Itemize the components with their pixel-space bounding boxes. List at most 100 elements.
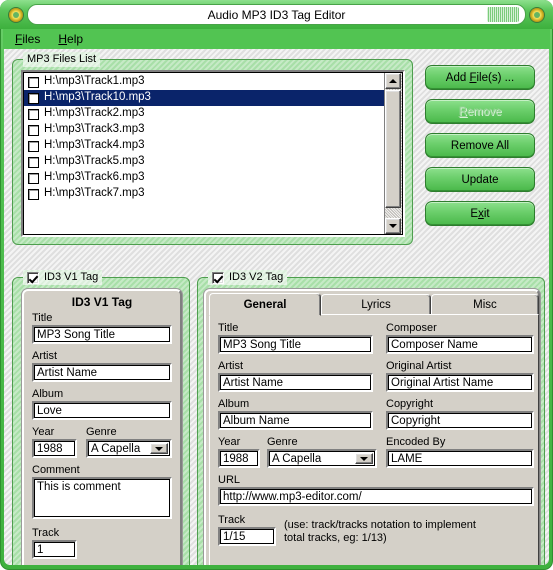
- v1-comment-input[interactable]: This is comment: [32, 477, 172, 519]
- v2-composer-input[interactable]: Composer Name: [386, 335, 534, 354]
- id3v2-enable-checkbox[interactable]: [212, 271, 224, 284]
- v2-year-label: Year: [218, 436, 241, 448]
- mp3-files-list-legend: MP3 Files List: [23, 52, 101, 67]
- v2-genre-label: Genre: [267, 436, 298, 448]
- v2-genre-value: A Capella: [272, 452, 322, 465]
- table-row[interactable]: H:\mp3\Track2.mp3: [24, 106, 385, 122]
- file-path: H:\mp3\Track6.mp3: [44, 171, 145, 184]
- scrollbar-thumb[interactable]: [385, 90, 401, 208]
- update-button-label: Update: [461, 173, 499, 186]
- menu-item-files[interactable]: Files: [15, 33, 40, 45]
- v2-encoded-by-label: Encoded By: [386, 436, 446, 448]
- table-row[interactable]: H:\mp3\Track3.mp3: [24, 122, 385, 138]
- v1-comment-label: Comment: [32, 464, 80, 476]
- scroll-up-icon[interactable]: [385, 73, 401, 89]
- v2-original-artist-label: Original Artist: [386, 360, 452, 372]
- file-checkbox[interactable]: [28, 172, 39, 184]
- client-area: MP3 Files List H:\mp3\Track1.mp3 H:\mp3\…: [4, 49, 549, 565]
- remove-all-button[interactable]: Remove All: [425, 133, 535, 158]
- menu-item-help-rest: elp: [67, 32, 84, 46]
- chevron-down-icon[interactable]: [355, 453, 373, 464]
- listbox-scrollbar[interactable]: [384, 73, 402, 234]
- exit-button[interactable]: Exit: [425, 201, 535, 226]
- tab-misc[interactable]: Misc: [431, 294, 539, 315]
- v1-album-label: Album: [32, 388, 64, 400]
- v2-album-input[interactable]: Album Name: [218, 411, 373, 430]
- v2-album-label: Album: [218, 398, 250, 410]
- tab-general[interactable]: General: [209, 293, 321, 316]
- v1-title-label: Title: [32, 312, 53, 324]
- v1-artist-input[interactable]: Artist Name: [32, 363, 172, 382]
- file-checkbox[interactable]: [28, 76, 39, 88]
- v2-copyright-input[interactable]: Copyright: [386, 411, 534, 430]
- menu-bar: Files Help: [3, 29, 550, 49]
- id3v2-legend: ID3 V2 Tag: [208, 270, 288, 285]
- title-plate: Audio MP3 ID3 Tag Editor: [27, 4, 526, 25]
- v2-original-artist-input[interactable]: Original Artist Name: [386, 373, 534, 392]
- file-checkbox[interactable]: [28, 92, 39, 104]
- remove-button-label: Remove: [458, 105, 502, 118]
- v1-genre-value: A Capella: [91, 442, 141, 455]
- id3v1-legend-label: ID3 V1 Tag: [44, 271, 99, 283]
- file-checkbox[interactable]: [28, 140, 39, 152]
- id3v2-legend-label: ID3 V2 Tag: [229, 271, 284, 283]
- v2-url-label: URL: [218, 474, 241, 486]
- v2-encoded-by-input[interactable]: LAME: [386, 449, 534, 468]
- file-checkbox[interactable]: [28, 124, 39, 136]
- table-row[interactable]: H:\mp3\Track7.mp3: [24, 186, 385, 202]
- scroll-down-icon[interactable]: [385, 218, 401, 234]
- id3v1-legend: ID3 V1 Tag: [23, 270, 103, 285]
- id3v2-general-page: Title MP3 Song Title Artist Artist Name …: [209, 314, 539, 565]
- file-path: H:\mp3\Track2.mp3: [44, 107, 145, 120]
- mp3-files-listbox-items: H:\mp3\Track1.mp3 H:\mp3\Track10.mp3 H:\…: [24, 73, 385, 234]
- file-checkbox[interactable]: [28, 156, 39, 168]
- file-path: H:\mp3\Track1.mp3: [44, 75, 145, 88]
- file-checkbox[interactable]: [28, 188, 39, 200]
- id3v1-enable-checkbox[interactable]: [27, 271, 39, 284]
- menu-item-files-rest: iles: [22, 32, 41, 46]
- v2-genre-select[interactable]: A Capella: [267, 449, 377, 468]
- id3v2-group: ID3 V2 Tag General Lyrics Misc Title MP3…: [197, 270, 545, 565]
- id3v1-group: ID3 V1 Tag ID3 V1 Tag Title MP3 Song Tit…: [12, 270, 190, 565]
- id3v2-panel: General Lyrics Misc Title MP3 Song Title…: [204, 289, 540, 565]
- v2-copyright-label: Copyright: [386, 398, 434, 410]
- v1-genre-select[interactable]: A Capella: [86, 439, 172, 458]
- v2-year-input[interactable]: 1988: [218, 449, 260, 468]
- file-checkbox[interactable]: [28, 108, 39, 120]
- mp3-files-list-group: MP3 Files List H:\mp3\Track1.mp3 H:\mp3\…: [12, 52, 413, 245]
- v1-year-input[interactable]: 1988: [32, 439, 77, 458]
- add-files-button-label: Add File(s) ...: [445, 71, 515, 84]
- title-bar: Audio MP3 ID3 Tag Editor: [0, 0, 553, 29]
- mp3-files-listbox[interactable]: H:\mp3\Track1.mp3 H:\mp3\Track10.mp3 H:\…: [21, 70, 405, 237]
- app-orb-icon-right[interactable]: [530, 8, 544, 22]
- table-row[interactable]: H:\mp3\Track1.mp3: [24, 74, 385, 90]
- v2-track-input[interactable]: 1/15: [218, 527, 276, 546]
- id3v1-panel: ID3 V1 Tag Title MP3 Song Title Artist A…: [22, 289, 182, 565]
- v2-url-input[interactable]: http://www.mp3-editor.com/: [218, 487, 534, 506]
- table-row[interactable]: H:\mp3\Track6.mp3: [24, 170, 385, 186]
- v2-title-label: Title: [218, 322, 239, 334]
- update-button[interactable]: Update: [425, 167, 535, 192]
- window-title: Audio MP3 ID3 Tag Editor: [207, 7, 346, 22]
- v1-track-input[interactable]: 1: [32, 540, 77, 559]
- remove-all-button-label: Remove All: [450, 139, 510, 152]
- title-grip-texture: [487, 7, 519, 22]
- id3v1-heading: ID3 V1 Tag: [71, 295, 133, 309]
- v1-album-input[interactable]: Love: [32, 401, 172, 420]
- table-row[interactable]: H:\mp3\Track4.mp3: [24, 138, 385, 154]
- v1-year-label: Year: [32, 426, 55, 438]
- menu-item-help[interactable]: Help: [58, 33, 83, 45]
- v2-artist-input[interactable]: Artist Name: [218, 373, 373, 392]
- v2-title-input[interactable]: MP3 Song Title: [218, 335, 373, 354]
- table-row[interactable]: H:\mp3\Track5.mp3: [24, 154, 385, 170]
- v1-track-label: Track: [32, 527, 60, 539]
- v1-artist-label: Artist: [32, 350, 58, 362]
- exit-button-label: Exit: [470, 207, 490, 220]
- file-path: H:\mp3\Track5.mp3: [44, 155, 145, 168]
- tab-lyrics[interactable]: Lyrics: [321, 294, 431, 315]
- chevron-down-icon[interactable]: [150, 443, 168, 454]
- table-row[interactable]: H:\mp3\Track10.mp3: [24, 90, 385, 106]
- v2-composer-label: Composer: [386, 322, 437, 334]
- add-files-button[interactable]: Add File(s) ...: [425, 65, 535, 90]
- v1-title-input[interactable]: MP3 Song Title: [32, 325, 172, 344]
